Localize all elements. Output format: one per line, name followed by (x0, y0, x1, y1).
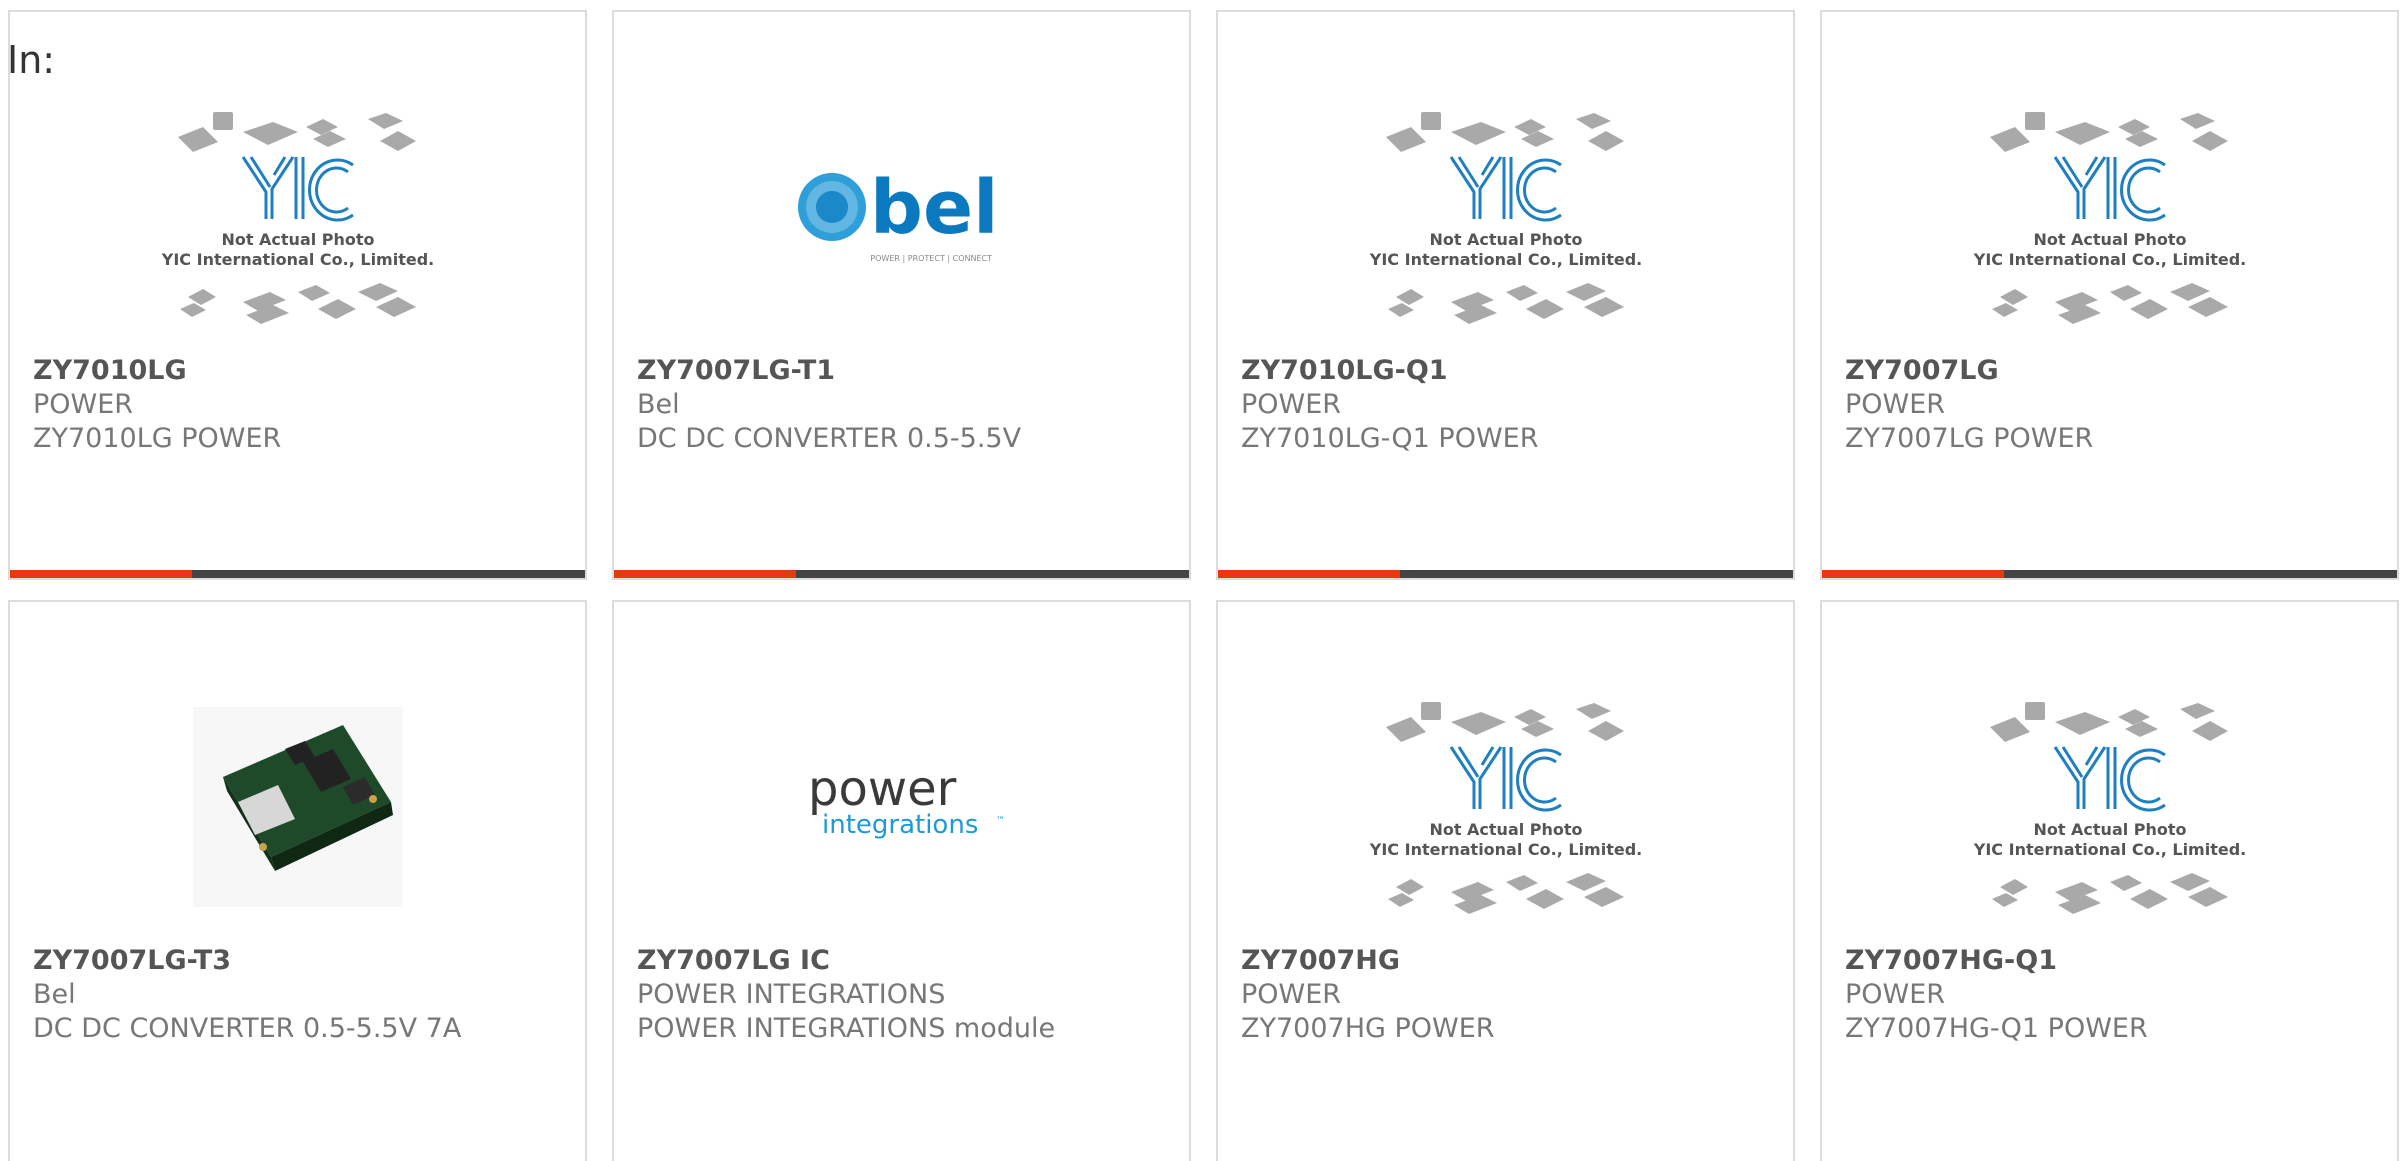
manufacturer: Bel (33, 979, 76, 1010)
card-accent-bar (1218, 570, 1400, 578)
manufacturer: POWER (1241, 389, 1342, 420)
product-info: ZY7007LG-T1 Bel DC DC CONVERTER 0.5-5.5V (637, 354, 1179, 456)
product-image[interactable]: bel POWER | PROTECT | CONNECT (614, 92, 1189, 342)
yic-placeholder-image: Not Actual Photo YIC International Co., … (1972, 112, 2246, 324)
product-grid-page: In: Not Actual Photo YIC International C… (0, 0, 2400, 1161)
part-number[interactable]: ZY7010LG (33, 354, 575, 388)
product-card[interactable]: Not Actual Photo YIC International Co., … (1216, 600, 1795, 1161)
product-image[interactable]: Not Actual Photo YIC International Co., … (1218, 92, 1793, 342)
description: ZY7010LG-Q1 POWER (1241, 423, 1539, 454)
manufacturer: POWER (33, 389, 134, 420)
yic-placeholder-image: Not Actual Photo YIC International Co., … (1972, 702, 2246, 914)
svg-text:YIC International Co., Limited: YIC International Co., Limited. (1972, 840, 2245, 859)
card-bottom-bar (10, 570, 585, 578)
svg-text:Not Actual Photo: Not Actual Photo (1429, 230, 1582, 249)
description: POWER INTEGRATIONS module (637, 1013, 1056, 1044)
product-info: ZY7010LG-Q1 POWER ZY7010LG-Q1 POWER (1241, 354, 1783, 456)
product-card[interactable]: power integrations ™ ZY7007LG IC POWER I… (612, 600, 1191, 1161)
product-card[interactable]: ZY7007LG-T3 Bel DC DC CONVERTER 0.5-5.5V… (8, 600, 587, 1161)
manufacturer: POWER (1845, 979, 1946, 1010)
in-label: In: (7, 38, 56, 82)
part-number[interactable]: ZY7007LG-T1 (637, 354, 1179, 388)
part-number[interactable]: ZY7007HG (1241, 944, 1783, 978)
description: ZY7010LG POWER (33, 423, 282, 454)
product-card[interactable]: Not Actual Photo YIC International Co., … (8, 10, 587, 580)
svg-text:YIC International Co., Limited: YIC International Co., Limited. (1368, 840, 1641, 859)
description: ZY7007HG-Q1 POWER (1845, 1013, 2148, 1044)
part-number[interactable]: ZY7007HG-Q1 (1845, 944, 2387, 978)
description: ZY7007LG POWER (1845, 423, 2094, 454)
part-number[interactable]: ZY7007LG (1845, 354, 2387, 388)
card-accent-bar (1822, 570, 2004, 578)
svg-text:YIC International Co., Limited: YIC International Co., Limited. (1972, 250, 2245, 269)
product-image[interactable]: Not Actual Photo YIC International Co., … (1822, 682, 2397, 932)
product-info: ZY7007LG IC POWER INTEGRATIONS POWER INT… (637, 944, 1179, 1046)
manufacturer: POWER INTEGRATIONS (637, 979, 946, 1010)
part-number[interactable]: ZY7010LG-Q1 (1241, 354, 1783, 388)
yic-placeholder-image: Not Actual Photo YIC International Co., … (1368, 702, 1642, 914)
svg-text:power: power (808, 761, 957, 817)
svg-text:YIC International Co., Limited: YIC International Co., Limited. (1368, 250, 1641, 269)
product-image[interactable]: Not Actual Photo YIC International Co., … (1218, 682, 1793, 932)
part-number[interactable]: ZY7007LG-T3 (33, 944, 575, 978)
description: ZY7007HG POWER (1241, 1013, 1495, 1044)
manufacturer: Bel (637, 389, 680, 420)
svg-text:Not Actual Photo: Not Actual Photo (221, 230, 374, 249)
module-photo (192, 707, 403, 907)
part-number[interactable]: ZY7007LG IC (637, 944, 1179, 978)
card-bottom-bar (1218, 570, 1793, 578)
manufacturer: POWER (1845, 389, 1946, 420)
product-image[interactable]: Not Actual Photo YIC International Co., … (1822, 92, 2397, 342)
card-bottom-bar (614, 570, 1189, 578)
svg-text:bel: bel (870, 165, 999, 251)
card-accent-bar (614, 570, 796, 578)
svg-text:Not Actual Photo: Not Actual Photo (2033, 820, 2186, 839)
product-info: ZY7007HG POWER ZY7007HG POWER (1241, 944, 1783, 1046)
svg-text:integrations: integrations (822, 810, 978, 840)
product-image[interactable]: power integrations ™ (614, 682, 1189, 932)
product-card[interactable]: bel POWER | PROTECT | CONNECT ZY7007LG-T… (612, 10, 1191, 580)
svg-text:YIC International Co., Limited: YIC International Co., Limited. (160, 250, 433, 269)
product-card[interactable]: Not Actual Photo YIC International Co., … (1820, 600, 2399, 1161)
product-card[interactable]: Not Actual Photo YIC International Co., … (1820, 10, 2399, 580)
bel-logo: bel POWER | PROTECT | CONNECT (797, 165, 999, 263)
description: DC DC CONVERTER 0.5-5.5V 7A (33, 1013, 462, 1044)
card-accent-bar (10, 570, 192, 578)
product-info: ZY7007HG-Q1 POWER ZY7007HG-Q1 POWER (1845, 944, 2387, 1046)
product-card[interactable]: Not Actual Photo YIC International Co., … (1216, 10, 1795, 580)
svg-text:™: ™ (996, 816, 1005, 826)
product-info: ZY7007LG POWER ZY7007LG POWER (1845, 354, 2387, 456)
card-bottom-bar (1822, 570, 2397, 578)
power-integrations-logo: power integrations ™ (808, 761, 1005, 840)
description: DC DC CONVERTER 0.5-5.5V (637, 423, 1022, 454)
svg-text:Not Actual Photo: Not Actual Photo (1429, 820, 1582, 839)
manufacturer: POWER (1241, 979, 1342, 1010)
product-info: ZY7007LG-T3 Bel DC DC CONVERTER 0.5-5.5V… (33, 944, 575, 1046)
yic-placeholder-image: Not Actual Photo YIC International Co., … (1368, 112, 1642, 324)
product-image[interactable] (10, 682, 585, 932)
svg-text:POWER | PROTECT | CONNECT: POWER | PROTECT | CONNECT (870, 254, 992, 263)
product-image[interactable]: Not Actual Photo YIC International Co., … (10, 92, 585, 342)
yic-placeholder-image: Not Actual Photo YIC International Co., … (160, 112, 434, 324)
product-info: ZY7010LG POWER ZY7010LG POWER (33, 354, 575, 456)
svg-text:Not Actual Photo: Not Actual Photo (2033, 230, 2186, 249)
